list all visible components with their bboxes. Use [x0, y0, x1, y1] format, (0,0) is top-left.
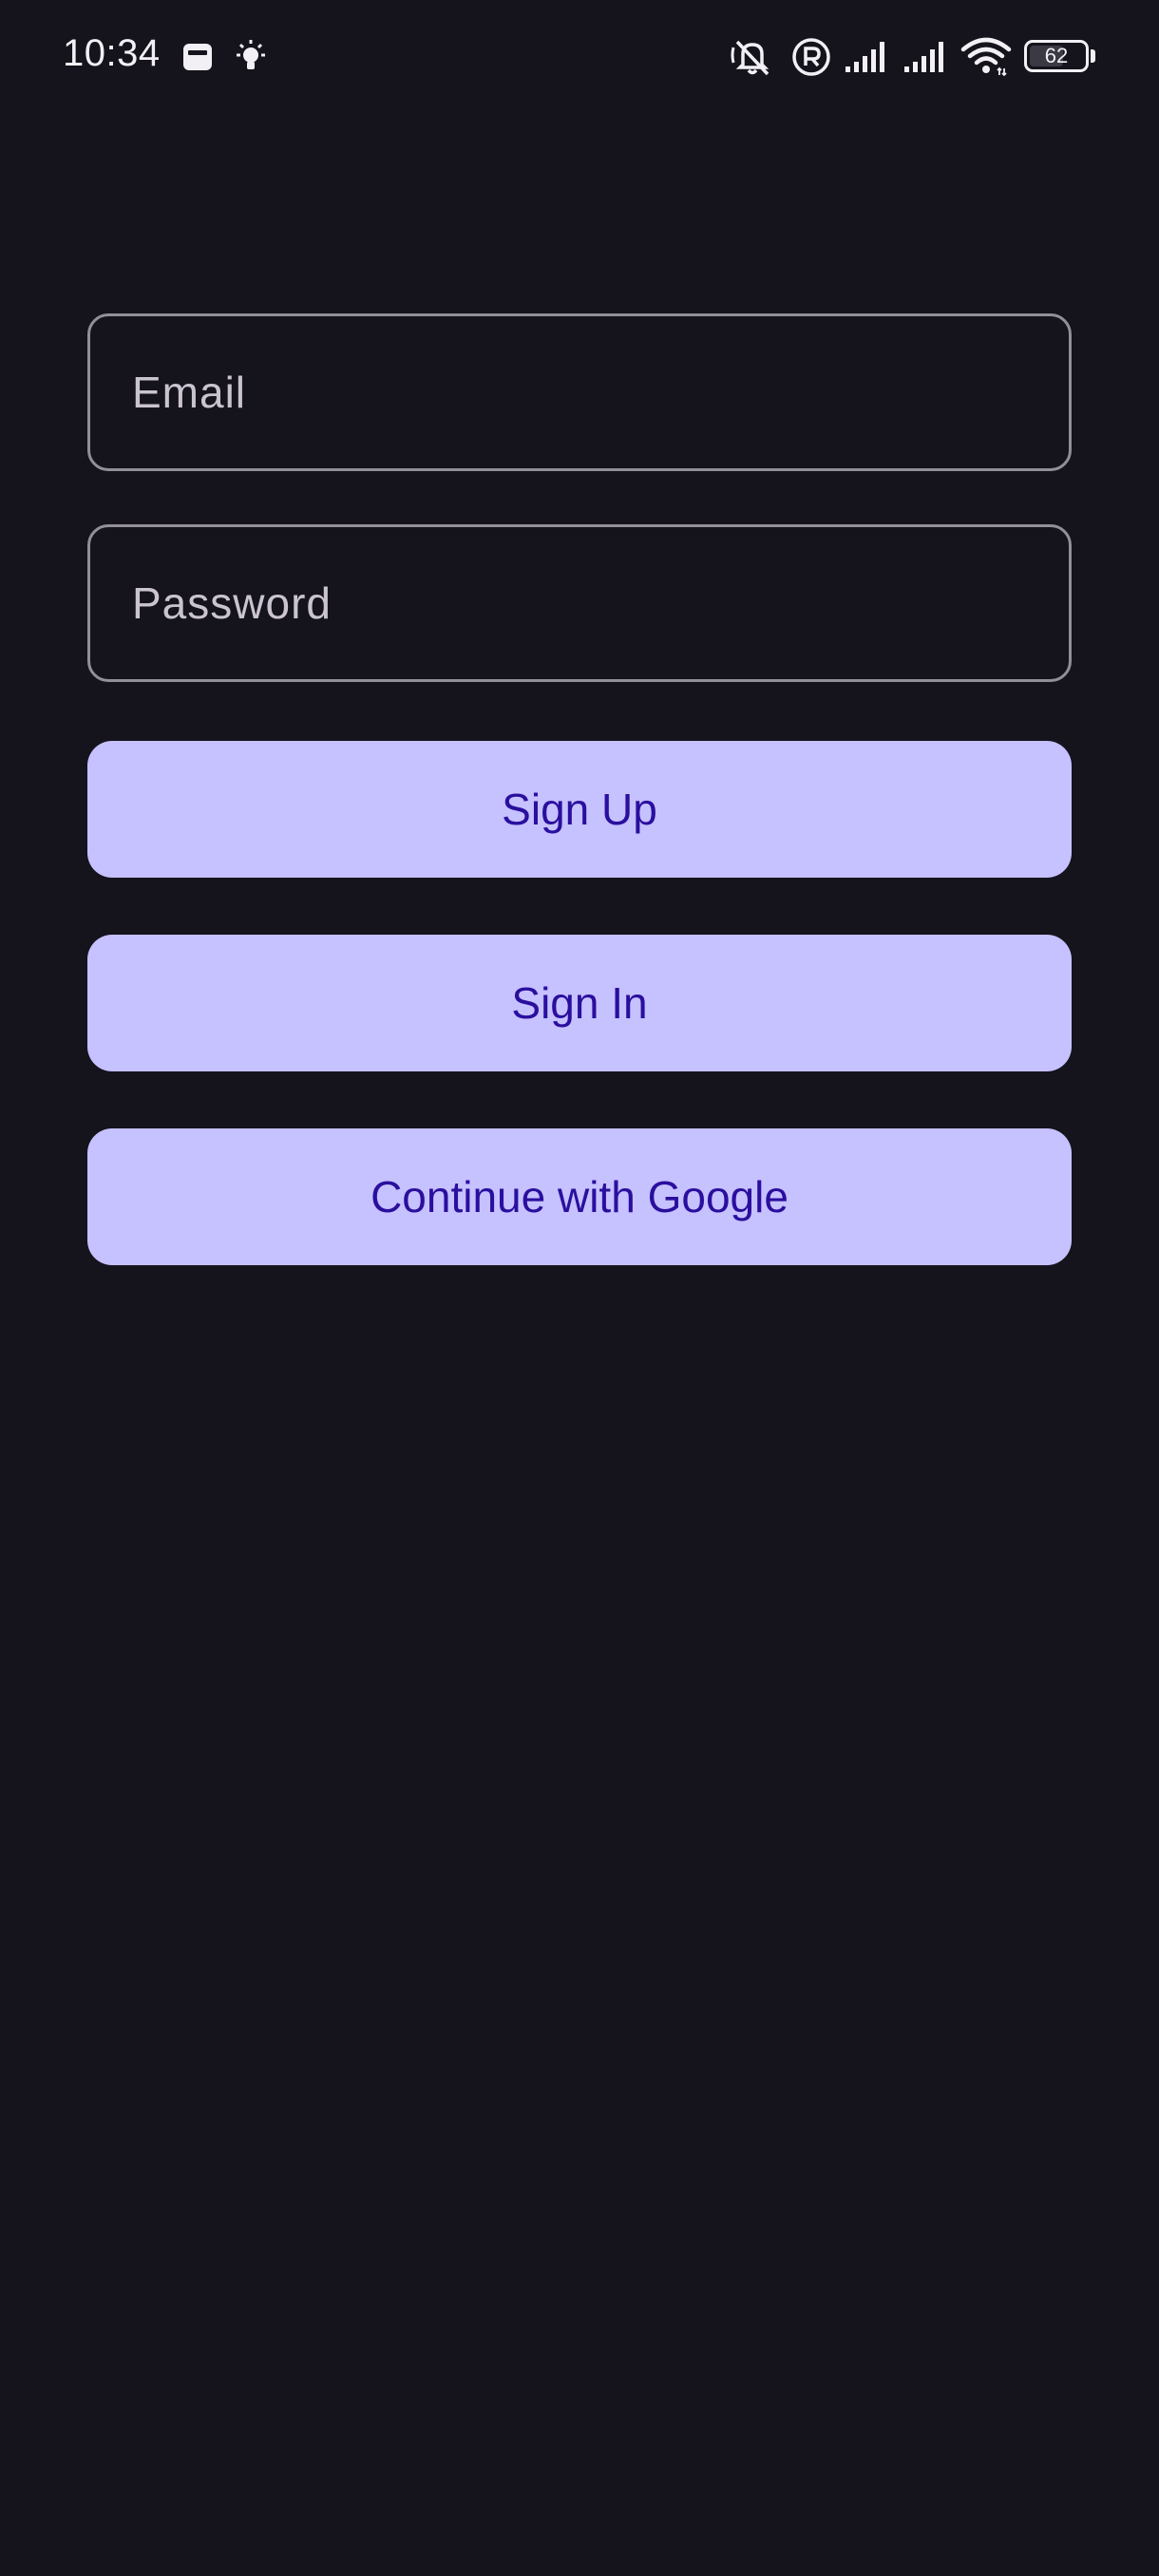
password-field[interactable] [90, 527, 1069, 679]
status-time: 10:34 [63, 32, 161, 74]
continue-with-google-button[interactable]: Continue with Google [87, 1128, 1072, 1265]
signal-icon [844, 36, 893, 78]
battery-tip [1091, 49, 1095, 63]
wifi-icon [960, 36, 1013, 78]
email-field[interactable] [90, 316, 1069, 468]
battery-percent: 62 [1044, 44, 1069, 67]
status-bar: 10:34 62 [0, 0, 1159, 114]
email-field-container [87, 313, 1072, 471]
sim-card-icon [180, 36, 215, 78]
login-screen: 10:34 62 Email Sign Up Sign In Continue … [0, 0, 1159, 2576]
registered-icon [790, 36, 832, 78]
battery-icon: 62 [1024, 40, 1089, 72]
sign-up-button[interactable]: Sign Up [87, 741, 1072, 878]
sign-in-button[interactable]: Sign In [87, 935, 1072, 1071]
lightbulb-icon [232, 36, 270, 78]
signal-icon [902, 36, 952, 78]
password-field-container [87, 524, 1072, 682]
bell-off-icon [730, 36, 775, 78]
